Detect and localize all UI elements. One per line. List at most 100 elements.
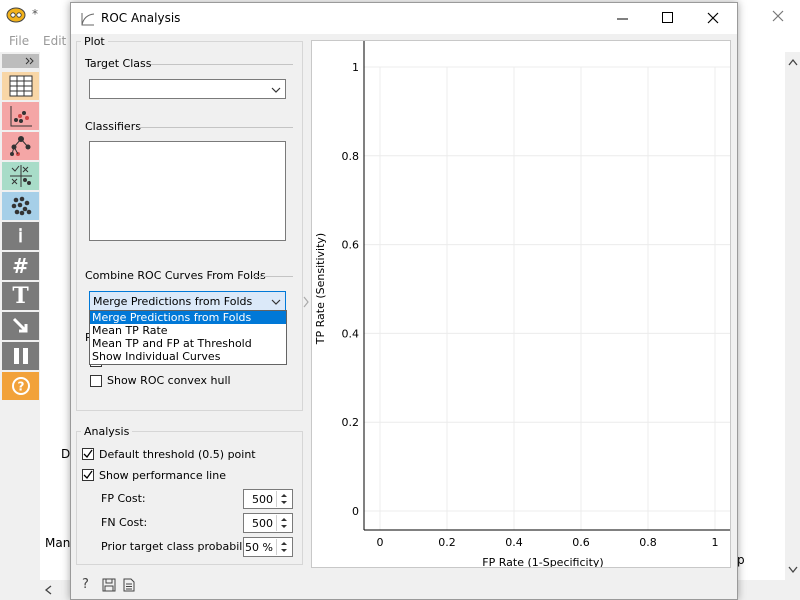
combine-folds-combo[interactable]: Merge Predictions from Folds [89,291,286,311]
chevron-down-icon [271,87,281,93]
fp-cost-value: 500 [252,493,273,506]
y-tick-label: 0.8 [342,150,360,163]
tool-info[interactable]: 𝗂 [2,222,39,250]
tool-text[interactable]: T [2,282,39,310]
x-tick-label: 0.8 [639,536,657,549]
convex-hull-label: Show ROC convex hull [107,374,231,387]
scatter-plot-icon [10,106,32,127]
vertical-scrollbar[interactable] [785,52,800,580]
prior-probability-label: Prior target class probability: [101,540,260,553]
combine-folds-dropdown: Merge Predictions from Folds Mean TP Rat… [89,310,287,365]
y-tick-label: 0.2 [342,416,360,429]
save-icon[interactable] [102,578,116,592]
x-tick-label: 0.2 [438,536,456,549]
tool-pause[interactable] [2,342,39,370]
fn-cost-value: 500 [252,517,273,530]
dialog-title: ROC Analysis [101,11,181,25]
toolbox-collapse-bar[interactable] [2,54,39,68]
dialog-titlebar[interactable]: ROC Analysis [71,3,737,34]
svg-text:?: ? [17,380,24,394]
target-class-combo[interactable] [89,79,286,99]
spin-buttons[interactable] [276,539,291,555]
check-icon [83,449,93,459]
cluster-icon [11,196,31,216]
convex-hull-checkbox[interactable] [90,375,102,387]
tree-icon [9,136,30,156]
y-axis-label: TP Rate (Sensitivity) [314,233,327,345]
scroll-up-icon[interactable] [788,58,798,66]
plot-group-title: Plot [81,35,108,48]
y-tick-label: 0 [352,505,359,518]
tool-help[interactable]: ? [2,372,39,400]
tool-numbering[interactable]: # [2,252,39,280]
chevron-down-icon [271,299,281,305]
classifiers-label: Classifiers [85,120,141,133]
spin-buttons[interactable] [276,515,291,531]
minimize-icon[interactable] [617,18,628,20]
arrow-icon [12,317,27,333]
report-icon[interactable] [123,578,135,592]
fn-cost-label: FN Cost: [101,516,148,529]
y-tick-label: 0.4 [342,327,360,340]
scroll-down-icon[interactable] [788,566,798,574]
hash-icon: # [12,254,29,278]
help-icon: ? [11,377,30,395]
widget-toolbox: 𝗂 # T ? [0,52,40,600]
roc-curve-icon [81,13,95,26]
fp-cost-label: FP Cost: [101,492,146,505]
main-close-icon[interactable] [772,10,784,22]
info-icon: 𝗂 [17,225,23,247]
section-divider [139,127,293,128]
table-icon [9,75,32,97]
roc-analysis-dialog: ROC Analysis Plot Target Class Classifie… [70,2,738,600]
x-tick-label: 0.6 [572,536,590,549]
spin-arrows-icon [281,542,287,552]
spin-arrows-icon [281,518,287,528]
x-tick-label: 0 [377,536,384,549]
tool-clustering[interactable] [2,192,39,220]
menu-file[interactable]: File [9,34,29,48]
fn-cost-spinbox[interactable]: 500 [243,513,293,533]
prior-probability-spinbox[interactable]: 50 % [243,537,293,557]
section-divider [151,64,293,65]
spin-arrows-icon [281,494,287,504]
dropdown-option[interactable]: Mean TP and FP at Threshold [90,337,286,350]
menu-edit[interactable]: Edit [43,34,66,48]
dropdown-option[interactable]: Merge Predictions from Folds [90,311,286,324]
app-logo-icon [6,7,26,23]
target-class-label: Target Class [85,57,152,70]
tool-data-table[interactable] [2,72,39,100]
spin-buttons[interactable] [276,491,291,507]
close-icon[interactable] [707,12,719,24]
x-tick-label: 0.4 [505,536,523,549]
combine-folds-value: Merge Predictions from Folds [93,295,253,308]
splitter-collapse-icon[interactable] [302,295,310,309]
roc-plot-area[interactable]: 0 0.2 0.4 0.6 0.8 1 0 0.2 0.4 0.6 0.8 1 FP Rate (1-S… [311,40,731,568]
tool-tree[interactable] [2,132,39,160]
confusion-matrix-icon [9,165,32,187]
unsaved-marker: * [32,7,38,21]
tool-confusion-matrix[interactable] [2,162,39,190]
help-icon[interactable]: ? [82,577,89,592]
scroll-left-icon[interactable] [44,585,52,595]
section-divider [252,276,293,277]
check-icon [83,470,93,480]
prior-probability-value: 50 % [245,541,273,554]
roc-chart: 0 0.2 0.4 0.6 0.8 1 0 0.2 0.4 0.6 0.8 1 FP Rate (1-S… [314,41,730,567]
tool-arrow[interactable] [2,312,39,340]
x-tick-label: 1 [712,536,719,549]
fp-cost-spinbox[interactable]: 500 [243,489,293,509]
tool-scatter-plot[interactable] [2,102,39,130]
combine-folds-label: Combine ROC Curves From Folds [85,269,266,282]
default-threshold-label: Default threshold (0.5) point [99,448,256,461]
default-threshold-checkbox[interactable] [82,448,94,460]
maximize-icon[interactable] [662,12,673,23]
dropdown-option[interactable]: Show Individual Curves [90,350,286,363]
classifiers-list[interactable] [89,141,286,241]
y-tick-label: 1 [352,61,359,74]
performance-line-checkbox[interactable] [82,469,94,481]
double-chevron-right-icon[interactable] [25,57,35,65]
x-axis-label: FP Rate (1-Specificity) [482,556,603,567]
performance-line-label: Show performance line [99,469,226,482]
dropdown-option[interactable]: Mean TP Rate [90,324,286,337]
